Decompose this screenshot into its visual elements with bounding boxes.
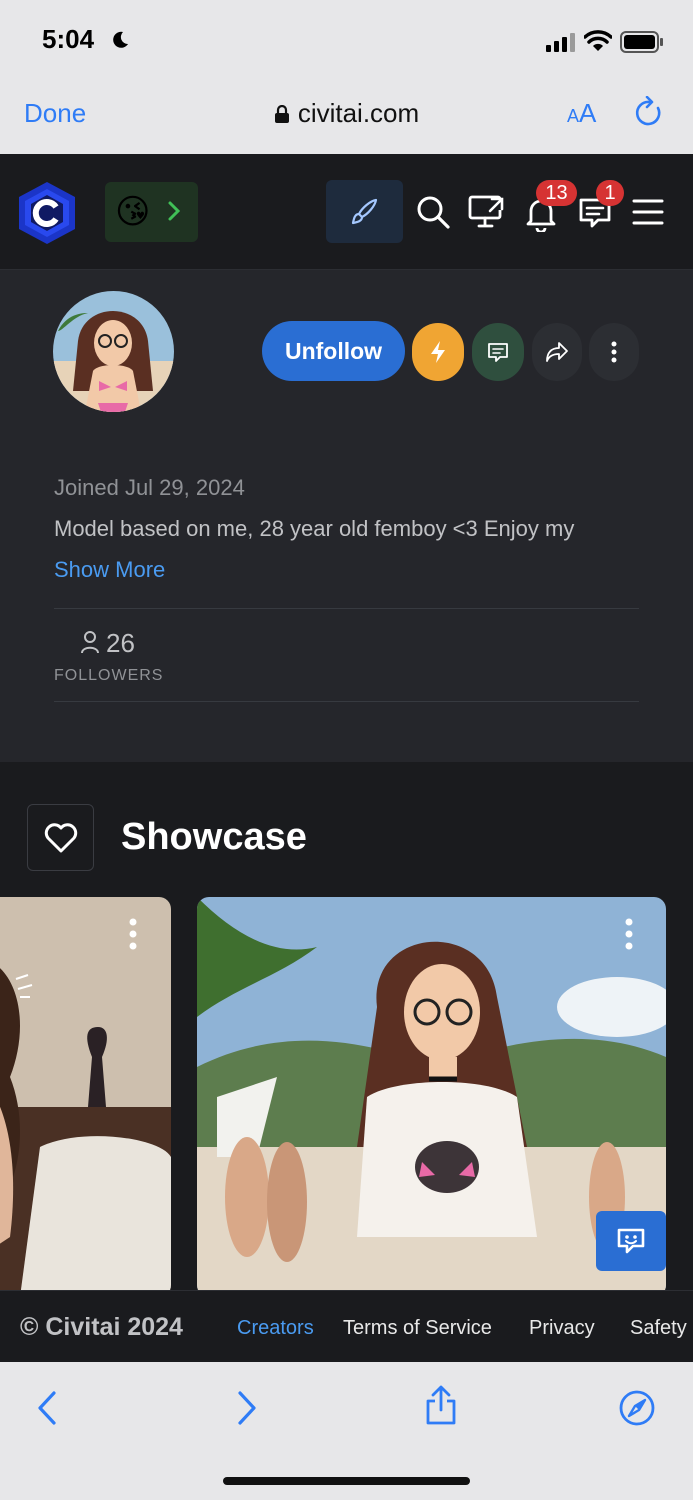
divider [54, 701, 639, 702]
browser-toolbar: Done civitai.com AA [0, 80, 693, 154]
messages-badge: 1 [596, 180, 624, 206]
reload-icon[interactable] [634, 96, 664, 128]
message-button[interactable] [472, 323, 524, 381]
chevron-right-icon [168, 201, 181, 221]
heart-icon [44, 823, 78, 853]
text-size-button[interactable]: AA [567, 98, 596, 129]
create-button[interactable] [326, 180, 403, 243]
moon-icon [113, 31, 128, 48]
menu-icon[interactable] [632, 198, 664, 226]
footer-copyright: © Civitai 2024 [20, 1313, 183, 1341]
footer-link-terms[interactable]: Terms of Service [343, 1317, 492, 1340]
notifications-badge: 13 [536, 180, 577, 206]
showcase-heart-button [27, 804, 94, 871]
wifi-icon [584, 30, 612, 51]
followers-count: 26 [106, 628, 135, 658]
footer-link-creators[interactable]: Creators [237, 1317, 314, 1340]
followers-stat[interactable]: 26 [80, 628, 135, 659]
showcase-image [0, 897, 171, 1290]
bolt-icon [431, 341, 445, 363]
back-icon[interactable] [36, 1390, 58, 1426]
forward-icon[interactable] [236, 1390, 258, 1426]
more-vertical-icon [611, 341, 617, 363]
profile-bio: Model based on me, 28 year old femboy <3… [54, 516, 575, 541]
divider [54, 608, 639, 609]
showcase-section: Showcase [0, 762, 693, 1290]
followers-label: FOLLOWERS [54, 667, 164, 684]
monitor-icon[interactable] [468, 194, 506, 230]
footer-link-privacy[interactable]: Privacy [529, 1317, 595, 1340]
search-icon[interactable] [415, 194, 451, 230]
more-vertical-icon[interactable] [128, 917, 138, 951]
user-icon [81, 631, 99, 654]
share-icon [546, 342, 568, 362]
status-bar: 5:04 [0, 0, 693, 80]
more-options-button[interactable] [589, 323, 639, 381]
joined-date: Joined Jul 29, 2024 [54, 475, 245, 500]
compass-icon[interactable] [618, 1389, 656, 1427]
civitai-logo[interactable] [16, 180, 78, 246]
message-icon [488, 343, 508, 362]
footer-link-safety[interactable]: Safety [630, 1317, 687, 1340]
more-vertical-icon[interactable] [624, 917, 634, 951]
status-time: 5:04 [42, 24, 95, 54]
brush-icon [351, 198, 378, 225]
tip-button[interactable] [412, 323, 464, 381]
profile-section: Unfollow Joined Jul 29, 2024 Model based… [0, 270, 693, 762]
battery-icon [620, 31, 663, 53]
show-more-link[interactable]: Show More [54, 557, 165, 583]
signal-icon [546, 33, 575, 52]
home-indicator [223, 1477, 470, 1485]
site-footer: © Civitai 2024 Creators Terms of Service… [0, 1290, 693, 1362]
chat-bot-icon [617, 1228, 645, 1254]
share-button[interactable] [532, 323, 582, 381]
url-text: civitai.com [297, 98, 420, 128]
kiss-emoji: 😘 [115, 193, 151, 231]
buzz-emoji-button[interactable]: 😘 [105, 182, 198, 242]
avatar [53, 291, 174, 412]
unfollow-button[interactable]: Unfollow [262, 321, 405, 381]
support-chat-button[interactable] [596, 1211, 666, 1271]
share-sheet-icon[interactable] [424, 1384, 458, 1426]
lock-icon [274, 105, 289, 123]
showcase-card[interactable] [0, 897, 171, 1290]
browser-bottom-toolbar [0, 1362, 693, 1500]
showcase-title: Showcase [121, 816, 307, 858]
site-header: 😘 13 1 [0, 154, 693, 270]
